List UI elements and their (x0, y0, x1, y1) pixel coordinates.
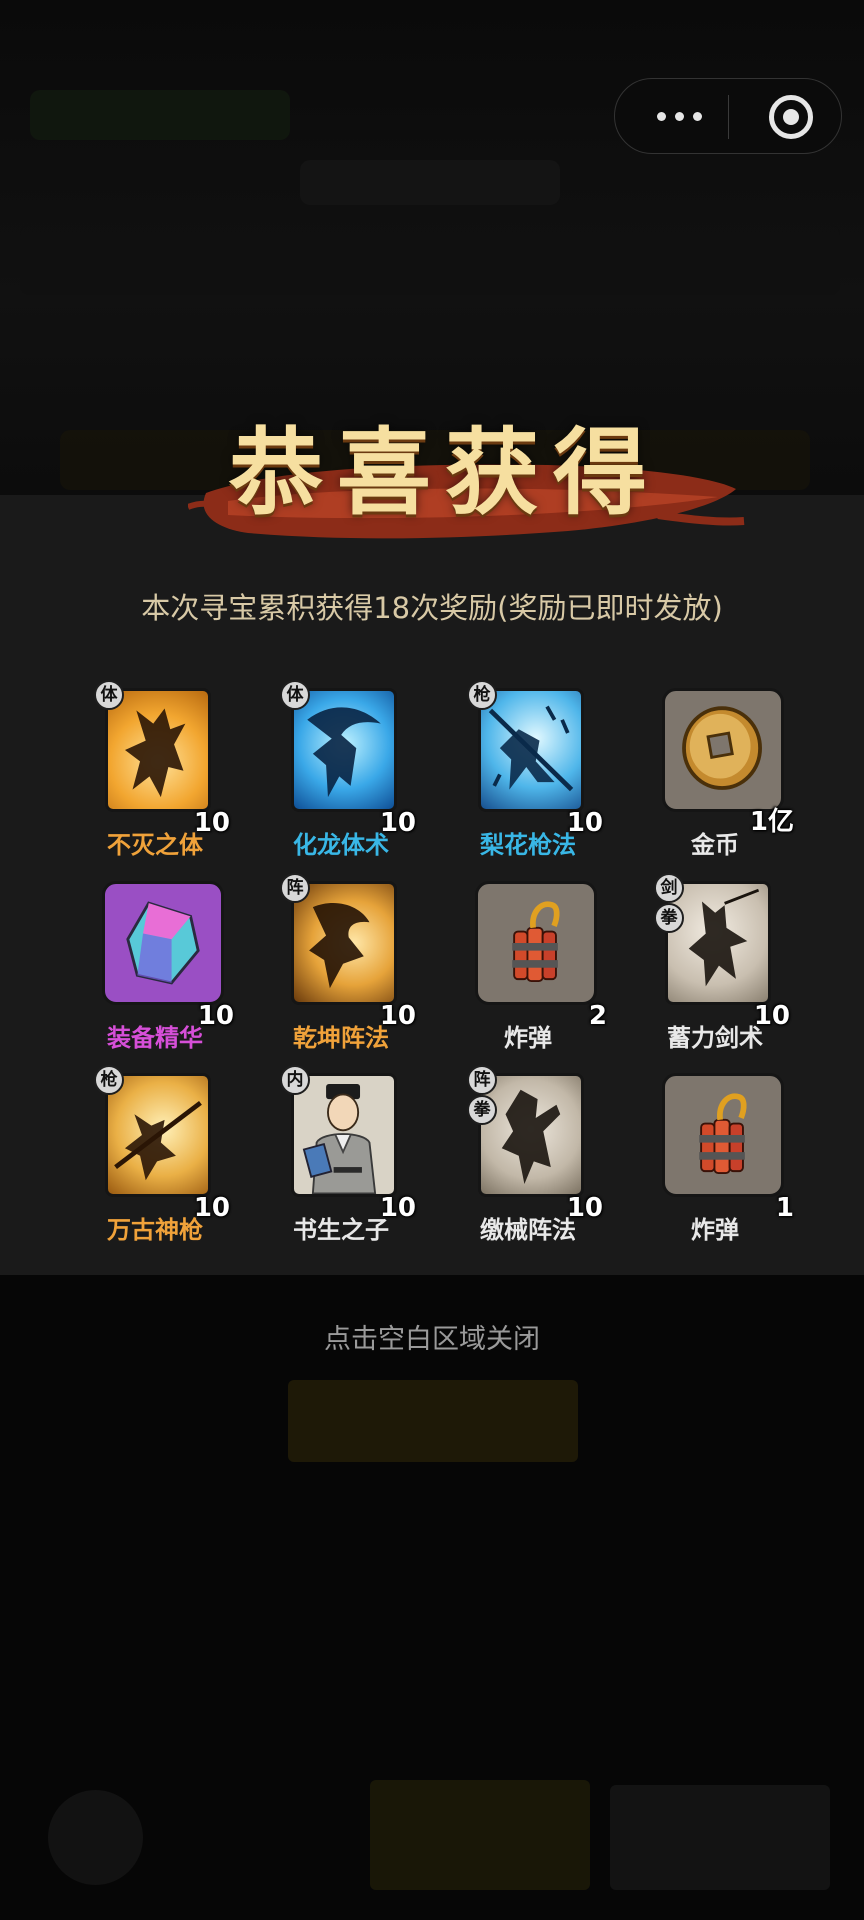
reward-item[interactable]: 枪 10 梨花枪法 (435, 680, 621, 859)
reward-summary: 本次寻宝累积获得18次奖励(奖励已即时发放) (141, 591, 723, 625)
item-name: 万古神枪 (107, 1216, 203, 1244)
skill-tag: 枪 (467, 680, 497, 710)
item-name: 乾坤阵法 (293, 1024, 389, 1052)
item-name: 炸弹 (504, 1024, 552, 1052)
background-button-blur (370, 1780, 590, 1890)
skill-tag: 枪 (94, 1065, 124, 1095)
reward-item[interactable]: 2 炸弹 (435, 881, 621, 1052)
sword-silhouette-icon (665, 881, 771, 1005)
close-hint[interactable]: 点击空白区域关闭 (0, 1317, 864, 1356)
reward-item[interactable]: 1 炸弹 (622, 1073, 808, 1244)
item-name: 梨花枪法 (480, 831, 576, 859)
gold-coin-icon (662, 688, 784, 812)
more-dots-icon[interactable] (649, 101, 709, 131)
reward-item[interactable]: 内 10 书生之子 (248, 1065, 434, 1244)
blue-dragon-fighter-icon (291, 688, 397, 812)
skill-tag: 阵 (280, 873, 310, 903)
item-name: 书生之子 (293, 1216, 389, 1244)
skill-tag: 阵 (467, 1065, 497, 1095)
skill-tag: 拳 (467, 1095, 497, 1125)
reward-item[interactable]: 体 10 化龙体术 (248, 680, 434, 859)
skill-tag: 体 (94, 680, 124, 710)
skill-tag: 内 (280, 1065, 310, 1095)
reward-item[interactable]: 阵 10 乾坤阵法 (248, 873, 434, 1052)
dynamite-bomb-icon (475, 881, 597, 1005)
reward-item[interactable]: 阵 拳 10 缴械阵法 (435, 1065, 621, 1244)
disarm-silhouette-icon (478, 1073, 584, 1197)
golden-warrior-icon (105, 688, 211, 812)
item-name: 金币 (691, 831, 739, 859)
background-button-blur (288, 1380, 578, 1462)
capsule-divider (728, 95, 729, 139)
background-logo-blur (30, 90, 290, 140)
background-back-blur (48, 1790, 143, 1885)
skill-tag: 拳 (654, 903, 684, 933)
item-name: 蓄力剑术 (667, 1024, 763, 1052)
reward-item[interactable]: 剑 拳 10 蓄力剑术 (622, 873, 808, 1052)
golden-spear-icon (105, 1073, 211, 1197)
reward-item[interactable]: 1亿 金币 (622, 688, 808, 859)
skill-tag: 剑 (654, 873, 684, 903)
page-title: 恭喜获得 (228, 418, 661, 528)
skill-tag: 体 (280, 680, 310, 710)
background-title-blur (300, 160, 560, 205)
item-name: 炸弹 (691, 1216, 739, 1244)
background-button-blur (610, 1785, 830, 1890)
crystal-essence-icon (102, 881, 224, 1005)
scholar-portrait-icon (291, 1073, 397, 1197)
reward-item[interactable]: 10 装备精华 (62, 881, 248, 1052)
reward-item[interactable]: 枪 10 万古神枪 (62, 1065, 248, 1244)
item-name: 缴械阵法 (480, 1216, 576, 1244)
dynamite-bomb-icon (662, 1073, 784, 1197)
target-circle-icon[interactable] (769, 95, 813, 139)
blue-spearman-icon (478, 688, 584, 812)
reward-item[interactable]: 体 10 不灭之体 (62, 680, 248, 859)
item-name: 化龙体术 (293, 831, 389, 859)
background-row-blur (20, 225, 840, 295)
mini-program-capsule (614, 78, 842, 154)
item-name: 不灭之体 (107, 831, 203, 859)
golden-formation-icon (291, 881, 397, 1005)
item-name: 装备精华 (107, 1024, 203, 1052)
